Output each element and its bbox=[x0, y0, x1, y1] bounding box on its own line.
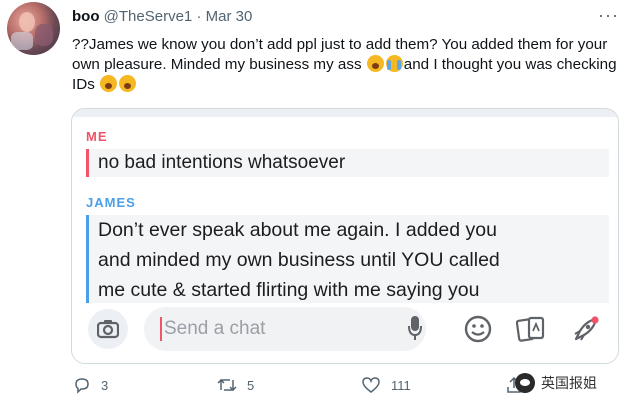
tweet-media-screenshot[interactable]: ME no bad intentions whatsoever JAMES Do… bbox=[71, 108, 619, 364]
tweet-date[interactable]: Mar 30 bbox=[206, 8, 253, 25]
retweet-button[interactable]: 5 bbox=[217, 376, 254, 394]
sender-label-james: JAMES bbox=[86, 195, 136, 210]
heart-icon bbox=[362, 377, 380, 393]
reply-icon bbox=[75, 378, 89, 394]
camera-icon[interactable] bbox=[88, 309, 128, 349]
chat-input[interactable]: Send a chat bbox=[144, 307, 426, 351]
watermark-text: 英国报姐 bbox=[541, 375, 597, 391]
more-options-icon[interactable]: ··· bbox=[598, 6, 619, 24]
retweet-count: 5 bbox=[247, 377, 255, 393]
smiley-icon[interactable] bbox=[464, 315, 492, 343]
message-james-line: Don’t ever speak about me again. I added… bbox=[98, 219, 497, 241]
message-james: Don’t ever speak about me again. I added… bbox=[86, 215, 609, 305]
microphone-icon[interactable] bbox=[408, 315, 422, 341]
yawning-face-icon bbox=[100, 75, 118, 92]
sender-label-me: ME bbox=[86, 129, 108, 144]
author-name[interactable]: boo bbox=[72, 8, 100, 25]
message-me: no bad intentions whatsoever bbox=[86, 149, 609, 177]
header-separator: · bbox=[196, 8, 202, 25]
loudly-crying-face-icon bbox=[385, 55, 403, 72]
chat-placeholder: Send a chat bbox=[164, 318, 266, 339]
author-avatar[interactable] bbox=[7, 2, 60, 55]
like-button[interactable]: 111 bbox=[361, 376, 411, 394]
message-james-line: me cute & started flirting with me sayin… bbox=[98, 279, 480, 301]
reply-count: 3 bbox=[101, 377, 109, 393]
retweet-icon bbox=[217, 378, 237, 392]
reply-button[interactable]: 3 bbox=[73, 376, 108, 394]
tweet-header: boo @TheServe1 · Mar 30 bbox=[72, 7, 252, 27]
chat-top-edge bbox=[72, 109, 618, 117]
yawning-face-icon bbox=[119, 75, 137, 92]
yawning-face-icon bbox=[366, 55, 384, 72]
watermark: 英国报姐 bbox=[515, 373, 597, 393]
rocket-icon[interactable] bbox=[570, 315, 600, 345]
cards-icon[interactable] bbox=[516, 315, 546, 343]
tweet-text: ??James we know you don’t add ppl just t… bbox=[72, 35, 622, 95]
author-handle[interactable]: @TheServe1 bbox=[104, 8, 193, 25]
message-me-text: no bad intentions whatsoever bbox=[98, 152, 346, 173]
text-caret bbox=[160, 317, 162, 341]
message-james-line: and minded my own business until YOU cal… bbox=[98, 249, 500, 271]
like-count: 111 bbox=[391, 377, 411, 393]
wechat-icon bbox=[515, 373, 535, 393]
chat-input-bar: Send a chat bbox=[72, 303, 618, 363]
